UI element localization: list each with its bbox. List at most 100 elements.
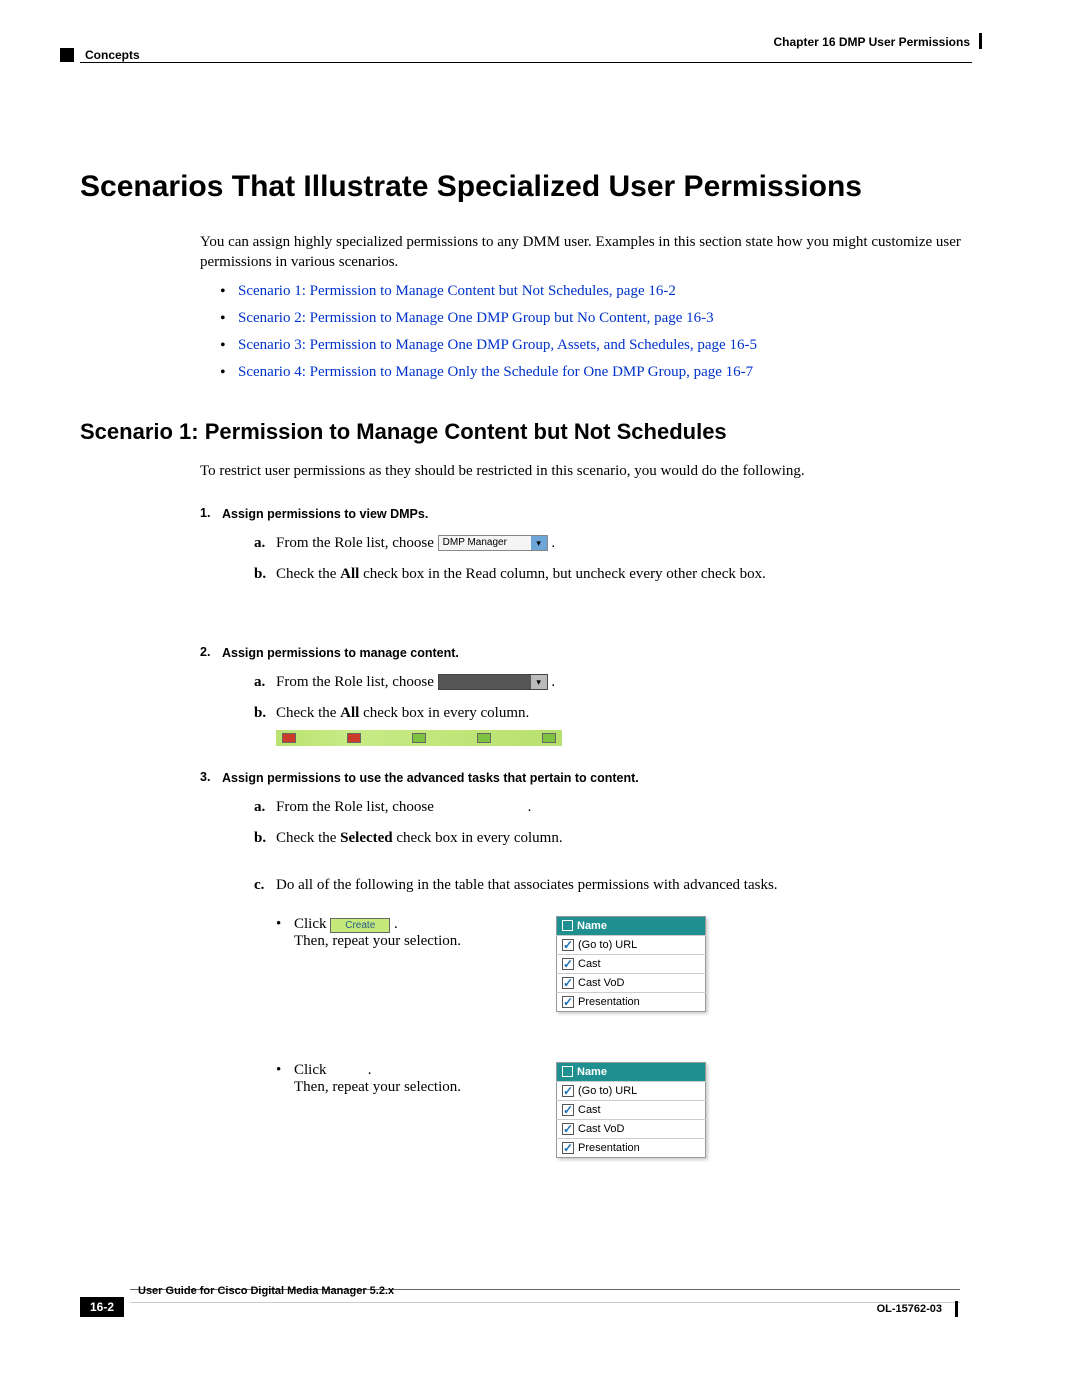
sub-letter: a. bbox=[254, 533, 265, 554]
repeat-text: Then, repeat your selection. bbox=[294, 1079, 461, 1095]
sub-a-text: From the Role list, choose bbox=[276, 535, 434, 551]
table-row: (Go to) URL bbox=[557, 1081, 706, 1100]
create-button[interactable]: Create bbox=[330, 918, 390, 933]
role-dropdown[interactable]: DMP Manager ▾ bbox=[438, 535, 548, 551]
step-title: Assign permissions to use the advanced t… bbox=[222, 771, 639, 785]
segment-icon bbox=[542, 733, 556, 743]
checkbox-icon bbox=[562, 1066, 573, 1077]
step-title: Assign permissions to view DMPs. bbox=[222, 507, 428, 521]
header-marker-icon bbox=[60, 48, 74, 62]
click-label: Click bbox=[294, 1062, 327, 1078]
table-row: Cast bbox=[557, 1100, 706, 1119]
inner-left: Click . Then, repeat your selection. bbox=[276, 1062, 556, 1096]
sub-a-text: From the Role list, choose bbox=[276, 799, 434, 815]
segment-icon bbox=[347, 733, 361, 743]
list-item: Scenario 4: Permission to Manage Only th… bbox=[220, 364, 970, 381]
step-number: 3. bbox=[200, 770, 210, 784]
checkbox-icon[interactable] bbox=[562, 1123, 574, 1135]
step-1: 1. Assign permissions to view DMPs. a. F… bbox=[200, 506, 970, 585]
link-scenario-3[interactable]: Scenario 3: Permission to Manage One DMP… bbox=[238, 337, 757, 353]
step-3: 3. Assign permissions to use the advance… bbox=[200, 770, 970, 1159]
sub-letter: b. bbox=[254, 703, 266, 724]
sub-b-suffix: check box in the Read column, but unchec… bbox=[359, 566, 766, 582]
header-rule bbox=[80, 62, 972, 63]
table-row: Cast bbox=[557, 954, 706, 973]
chevron-down-icon: ▾ bbox=[531, 536, 547, 550]
sub-a: a. From the Role list, choose . bbox=[254, 797, 970, 818]
checkbox-icon[interactable] bbox=[562, 1085, 574, 1097]
sub-b-prefix: Check the bbox=[276, 566, 340, 582]
scenario-1-lead: To restrict user permissions as they sho… bbox=[200, 461, 970, 482]
page-number: 16-2 bbox=[80, 1297, 124, 1317]
inner-row: Click Create . Then, repeat your selecti… bbox=[276, 916, 970, 1012]
page-content: Scenarios That Illustrate Specialized Us… bbox=[0, 60, 1080, 1158]
table-row: Cast VoD bbox=[557, 1120, 706, 1139]
sub-b-suffix: check box in every column. bbox=[393, 830, 563, 846]
segment-icon bbox=[477, 733, 491, 743]
sub-b: b. Check the Selected check box in every… bbox=[254, 828, 970, 849]
checkbox-icon[interactable] bbox=[562, 958, 574, 970]
step-title: Assign permissions to manage content. bbox=[222, 646, 459, 660]
segment-icon bbox=[282, 733, 296, 743]
sub-letter: a. bbox=[254, 797, 265, 818]
sub-b-bold: All bbox=[340, 566, 359, 582]
sub-b-prefix: Check the bbox=[276, 705, 340, 721]
page-footer: User Guide for Cisco Digital Media Manag… bbox=[0, 1337, 1080, 1397]
dropdown-value: DMP Manager bbox=[443, 537, 507, 548]
step-number: 1. bbox=[200, 506, 210, 520]
sub-c-text: Do all of the following in the table tha… bbox=[276, 877, 778, 893]
table-row: Cast VoD bbox=[557, 973, 706, 992]
header-section-label: Concepts bbox=[85, 48, 140, 62]
inner-bullets: Click Create . Then, repeat your selecti… bbox=[276, 916, 970, 1159]
header-chapter: Chapter 16 DMP User Permissions bbox=[773, 35, 970, 49]
sub-b: b. Check the All check box in every colu… bbox=[254, 703, 970, 724]
sub-letter: a. bbox=[254, 672, 265, 693]
intro-text: You can assign highly specialized permis… bbox=[200, 232, 970, 273]
role-dropdown[interactable]: ▾ bbox=[438, 674, 548, 690]
link-scenario-2[interactable]: Scenario 2: Permission to Manage One DMP… bbox=[238, 310, 714, 326]
checkbox-icon[interactable] bbox=[562, 996, 574, 1008]
sub-letter: b. bbox=[254, 564, 266, 585]
header-bar-icon bbox=[979, 33, 982, 49]
permission-bar-icon bbox=[276, 730, 562, 746]
footer-guide: User Guide for Cisco Digital Media Manag… bbox=[138, 1285, 394, 1297]
table-header: Name bbox=[557, 1062, 706, 1081]
table-header: Name bbox=[557, 916, 706, 935]
list-item: Scenario 2: Permission to Manage One DMP… bbox=[220, 310, 970, 327]
checkbox-icon[interactable] bbox=[562, 1104, 574, 1116]
table-row: Presentation bbox=[557, 1139, 706, 1158]
checkbox-icon[interactable] bbox=[562, 1142, 574, 1154]
page-title: Scenarios That Illustrate Specialized Us… bbox=[80, 170, 970, 204]
sub-b-suffix: check box in every column. bbox=[359, 705, 529, 721]
sub-letter: c. bbox=[254, 875, 264, 896]
checkbox-icon[interactable] bbox=[562, 977, 574, 989]
table-row: Presentation bbox=[557, 992, 706, 1011]
sub-b: b. Check the All check box in the Read c… bbox=[254, 564, 970, 585]
list-item: Scenario 3: Permission to Manage One DMP… bbox=[220, 337, 970, 354]
step-number: 2. bbox=[200, 645, 210, 659]
step-2: 2. Assign permissions to manage content.… bbox=[200, 645, 970, 746]
intro-paragraph: You can assign highly specialized permis… bbox=[200, 232, 970, 273]
sub-a: a. From the Role list, choose ▾ . bbox=[254, 672, 970, 693]
footer-rule bbox=[130, 1302, 960, 1303]
doc-number: OL-15762-03 bbox=[877, 1303, 942, 1315]
link-scenario-4[interactable]: Scenario 4: Permission to Manage Only th… bbox=[238, 364, 753, 380]
repeat-text: Then, repeat your selection. bbox=[294, 933, 461, 949]
chevron-down-icon: ▾ bbox=[531, 675, 547, 689]
link-scenario-1[interactable]: Scenario 1: Permission to Manage Content… bbox=[238, 283, 676, 299]
scenario-links: Scenario 1: Permission to Manage Content… bbox=[220, 283, 970, 381]
scenario-1-title: Scenario 1: Permission to Manage Content… bbox=[80, 419, 970, 445]
page-header: Concepts Chapter 16 DMP User Permissions bbox=[0, 0, 1080, 60]
inner-row: Click . Then, repeat your selection. Nam… bbox=[276, 1062, 970, 1158]
permissions-table: Name (Go to) URL Cast Cast VoD Presentat… bbox=[556, 1062, 706, 1158]
sub-letter: b. bbox=[254, 828, 266, 849]
sub-a: a. From the Role list, choose DMP Manage… bbox=[254, 533, 970, 554]
segment-icon bbox=[412, 733, 426, 743]
permissions-table: Name (Go to) URL Cast Cast VoD Presentat… bbox=[556, 916, 706, 1012]
checkbox-icon[interactable] bbox=[562, 939, 574, 951]
list-item: Scenario 1: Permission to Manage Content… bbox=[220, 283, 970, 300]
table-row: (Go to) URL bbox=[557, 935, 706, 954]
sub-c: c. Do all of the following in the table … bbox=[254, 875, 970, 896]
checkbox-icon bbox=[562, 920, 573, 931]
sub-a-text: From the Role list, choose bbox=[276, 674, 434, 690]
